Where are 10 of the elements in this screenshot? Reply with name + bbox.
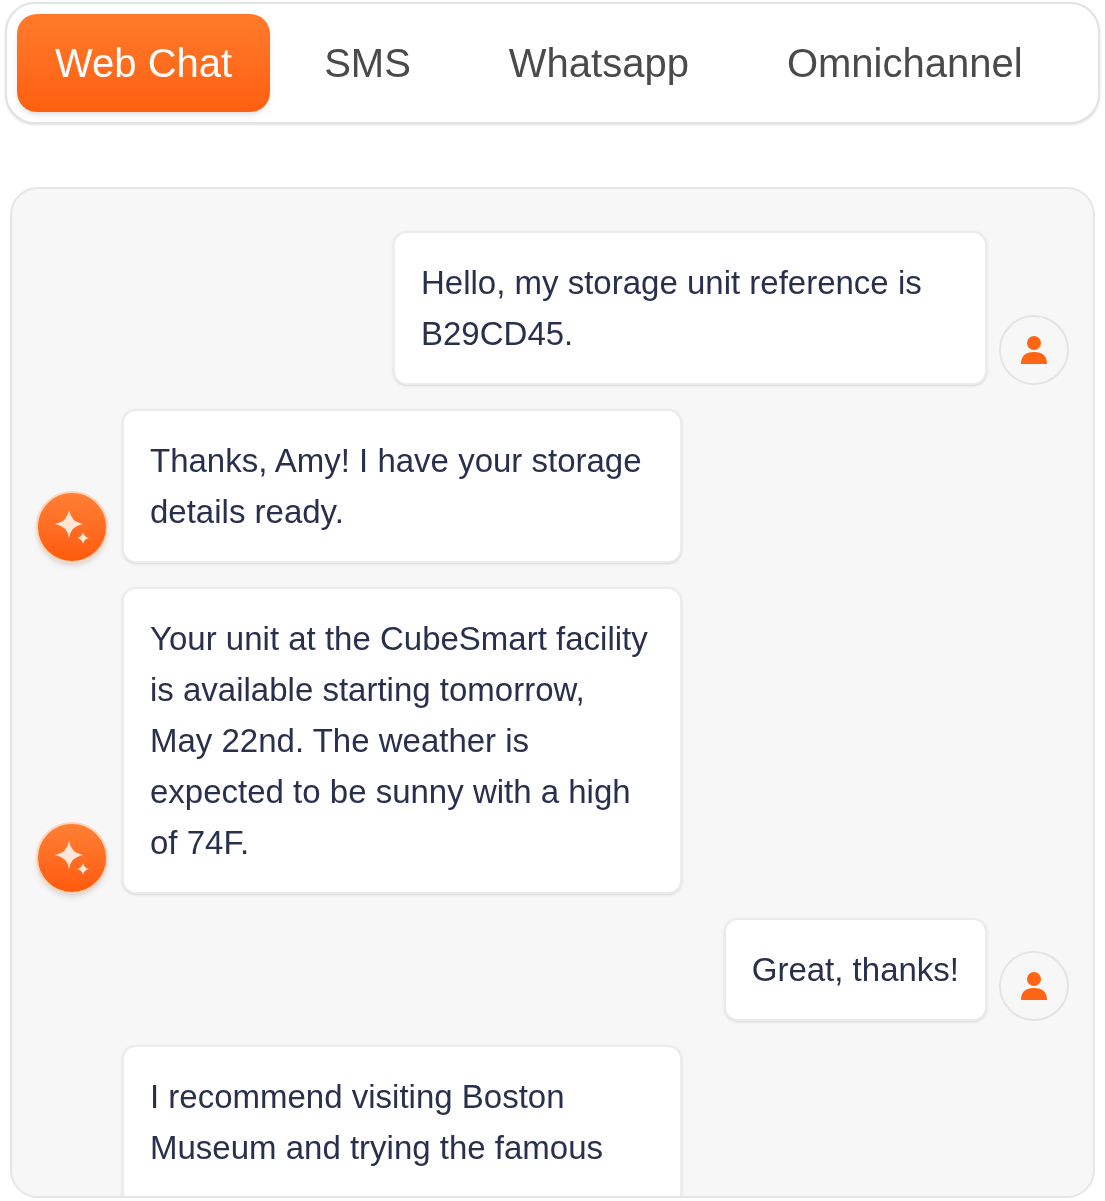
- tab[interactable]: SMS: [280, 14, 455, 112]
- tab[interactable]: Whatsapp: [464, 14, 733, 112]
- message-bubble: Your unit at the CubeSmart facility is available starting tomorrow, May 22nd. The weather is expected to be sunny with a high of 74F.: [122, 587, 682, 894]
- person-icon: [1020, 335, 1048, 365]
- person-icon: [1020, 971, 1048, 1001]
- tab[interactable]: Omnichannel: [742, 14, 1067, 112]
- message-bubble: Thanks, Amy! I have your storage details ready.: [122, 409, 682, 563]
- message-bubble: Great, thanks!: [723, 918, 987, 1021]
- message-bubble: Hello, my storage unit reference is B29CD45.: [393, 231, 987, 385]
- message-bubble: I recommend visiting Boston Museum and trying the famous: [122, 1045, 682, 1196]
